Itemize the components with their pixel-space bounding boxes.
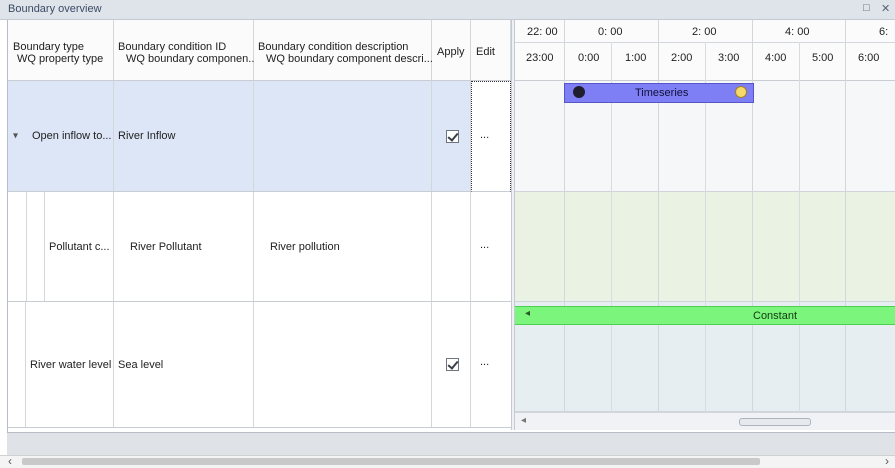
cell-edit[interactable]: ... <box>471 302 511 428</box>
panel-title-bar: Boundary overview □ ✕ <box>0 0 895 20</box>
cell-text: River water level <box>30 358 112 371</box>
panel-title: Boundary overview <box>8 3 102 15</box>
header-label: Apply <box>437 46 465 58</box>
grid-line <box>845 20 846 412</box>
column-header-condition-description[interactable]: Boundary condition description WQ bounda… <box>254 20 433 81</box>
bar-label: Timeseries <box>635 87 689 99</box>
bottom-tick-label: 23:00 <box>526 52 554 64</box>
header-sublabel: WQ property type <box>17 53 104 65</box>
table-row[interactable]: Pollutant c... River Pollutant River pol… <box>8 192 471 302</box>
column-header-boundary-type[interactable]: Boundary type WQ property type <box>8 20 114 81</box>
row-expander[interactable]: ▾ <box>8 81 26 191</box>
bar-label: Constant <box>753 310 798 322</box>
header-sublabel: WQ boundary component descri... <box>266 53 433 65</box>
apply-checkbox[interactable] <box>446 130 459 143</box>
bottom-tick-label: 2:00 <box>671 52 693 64</box>
clock-icon <box>735 86 747 98</box>
bottom-tick-label: 1:00 <box>625 52 647 64</box>
cell-condition-id[interactable]: Sea level <box>114 302 254 427</box>
top-tick-label: 4: 00 <box>785 26 810 38</box>
row-indent <box>26 192 44 301</box>
table-row[interactable]: River water level Sea level <box>8 302 471 428</box>
cell-text: River Inflow <box>118 130 176 142</box>
scroll-thumb[interactable] <box>739 418 811 426</box>
collapse-icon[interactable]: ▾ <box>13 131 18 142</box>
horizontal-scrollbar[interactable]: ‹ › <box>0 454 895 468</box>
scroll-left-arrow-icon[interactable]: ‹ <box>8 454 12 468</box>
scroll-left-icon[interactable]: ◂ <box>521 415 526 426</box>
start-time-icon <box>573 86 585 98</box>
top-tick-label: 0: 00 <box>598 26 623 38</box>
edit-button[interactable]: ... <box>480 129 489 141</box>
cell-text: Pollutant c... <box>49 240 110 253</box>
bottom-tick-label: 3:00 <box>718 52 740 64</box>
grid-line <box>799 42 800 412</box>
cell-text: Open inflow to... <box>32 130 112 142</box>
bottom-tick-label: 6:00 <box>858 52 880 64</box>
column-header-condition-id[interactable]: Boundary condition ID WQ boundary compon… <box>114 20 258 81</box>
cell-condition-description[interactable] <box>254 81 432 191</box>
column-header-apply[interactable]: Apply <box>432 20 471 81</box>
cell-wq-component[interactable]: River Pollutant <box>114 192 254 301</box>
timeseries-bar[interactable]: Timeseries <box>564 83 754 103</box>
cell-wq-property-type[interactable]: Pollutant c... <box>44 192 114 301</box>
scroll-right-arrow-icon[interactable]: › <box>885 454 889 468</box>
cell-wq-component-description[interactable]: River pollution <box>254 192 432 301</box>
cell-text: River Pollutant <box>130 240 202 253</box>
header-label: Boundary condition description <box>258 41 409 53</box>
cell-apply[interactable] <box>432 302 471 427</box>
constant-bar[interactable]: ◂ Constant <box>515 306 895 325</box>
bottom-tick-label: 5:00 <box>812 52 834 64</box>
cell-apply <box>432 192 471 301</box>
top-tick-label: 22: 00 <box>527 26 558 38</box>
restore-icon[interactable]: □ <box>863 2 870 14</box>
cell-apply[interactable] <box>432 81 471 191</box>
cell-boundary-type[interactable]: Open inflow to... <box>26 81 114 191</box>
cell-text: Sea level <box>118 358 164 371</box>
header-label: Boundary condition ID <box>118 41 227 53</box>
timeline-panel: 22: 00 0: 00 2: 00 4: 00 6: 23:00 0:00 1… <box>515 20 895 430</box>
grid-line <box>658 20 659 412</box>
column-header-edit[interactable]: Edit <box>471 20 511 81</box>
edit-button[interactable]: ... <box>480 356 489 368</box>
grid-line <box>564 20 565 412</box>
header-sublabel: WQ boundary componen... <box>126 53 258 65</box>
top-tick-label: 6: <box>879 26 889 38</box>
cell-edit[interactable]: ... <box>471 81 511 192</box>
apply-checkbox[interactable] <box>446 358 459 371</box>
bottom-tick-label: 0:00 <box>578 52 600 64</box>
header-label: Edit <box>476 46 495 58</box>
table-row[interactable]: ▾ Open inflow to... River Inflow <box>8 81 471 192</box>
arrow-left-icon: ◂ <box>525 308 531 319</box>
header-label: Boundary type <box>13 41 84 53</box>
edit-button[interactable]: ... <box>480 239 489 251</box>
close-icon[interactable]: ✕ <box>881 2 890 15</box>
bottom-tick-label: 4:00 <box>765 52 787 64</box>
boundary-grid: Boundary type WQ property type Boundary … <box>8 20 511 430</box>
cell-condition-id[interactable]: River Inflow <box>114 81 254 191</box>
cell-text: River pollution <box>270 240 340 253</box>
row-indent <box>8 302 26 427</box>
row-indent <box>8 192 26 301</box>
cell-boundary-type[interactable]: River water level <box>26 302 114 427</box>
scroll-thumb[interactable] <box>22 458 760 465</box>
cell-condition-description[interactable] <box>254 302 432 427</box>
group-footer <box>7 432 895 455</box>
cell-edit[interactable]: ... <box>471 192 511 302</box>
grid-line <box>752 20 753 412</box>
timeline-scrollbar[interactable]: ◂ <box>515 412 895 430</box>
top-tick-label: 2: 00 <box>692 26 717 38</box>
